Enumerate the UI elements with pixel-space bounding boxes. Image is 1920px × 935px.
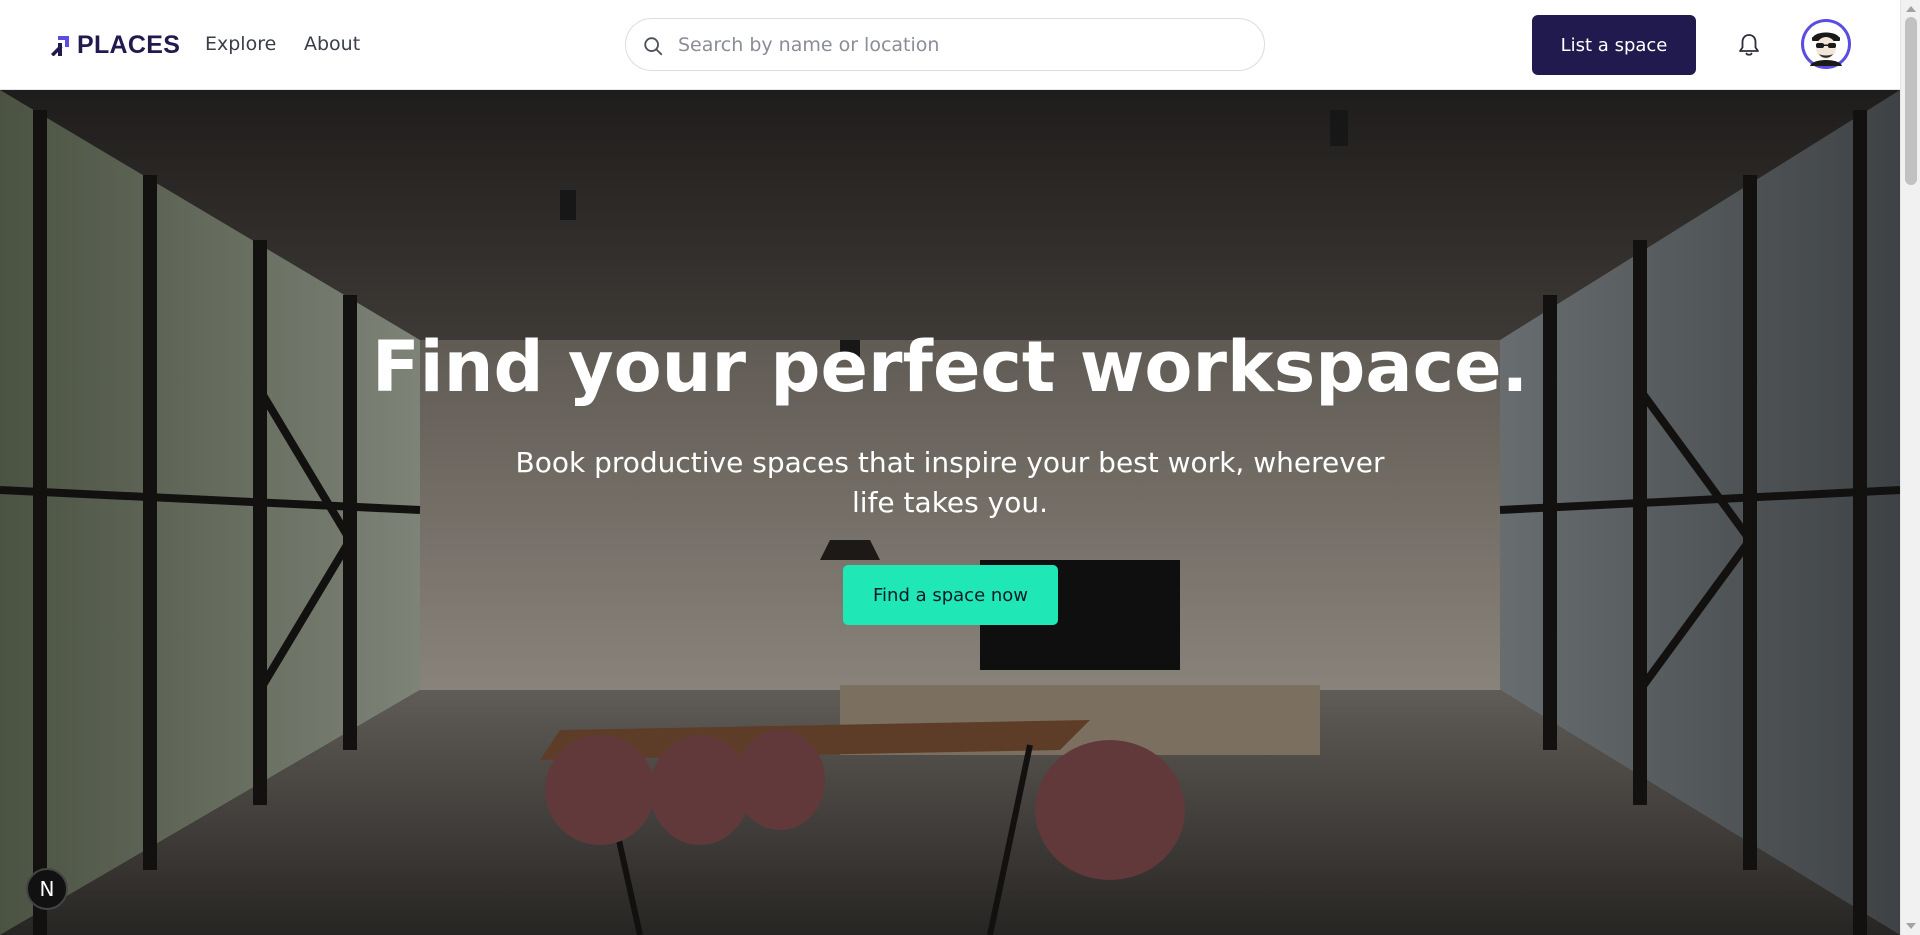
scroll-down-arrow-icon[interactable]	[1906, 923, 1916, 929]
top-navbar: PLACES Explore About List a space	[0, 0, 1900, 90]
avatar-illustration-icon	[1804, 22, 1848, 66]
nav-about-link[interactable]: About	[304, 32, 360, 56]
search-bar	[625, 18, 1265, 71]
find-space-button[interactable]: Find a space now	[843, 565, 1058, 625]
hero-subtitle: Book productive spaces that inspire your…	[515, 446, 1385, 519]
user-avatar[interactable]	[1801, 19, 1851, 69]
search-icon	[644, 37, 663, 56]
scroll-up-arrow-icon[interactable]	[1906, 6, 1916, 12]
hero-section: Find your perfect workspace. Book produc…	[0, 90, 1900, 935]
places-logo-icon	[51, 36, 69, 56]
search-input[interactable]	[676, 27, 1236, 63]
list-a-space-button[interactable]: List a space	[1532, 15, 1696, 75]
nav-explore-link[interactable]: Explore	[205, 32, 276, 56]
bell-icon[interactable]	[1737, 32, 1761, 58]
brand-name: PLACES	[77, 30, 181, 59]
page-scrollbar[interactable]	[1900, 0, 1920, 935]
brand-home-link[interactable]: PLACES	[49, 30, 180, 60]
hero-title: Find your perfect workspace.	[371, 326, 1529, 408]
scroll-thumb[interactable]	[1905, 17, 1917, 185]
dev-tools-badge[interactable]: N	[26, 868, 68, 910]
